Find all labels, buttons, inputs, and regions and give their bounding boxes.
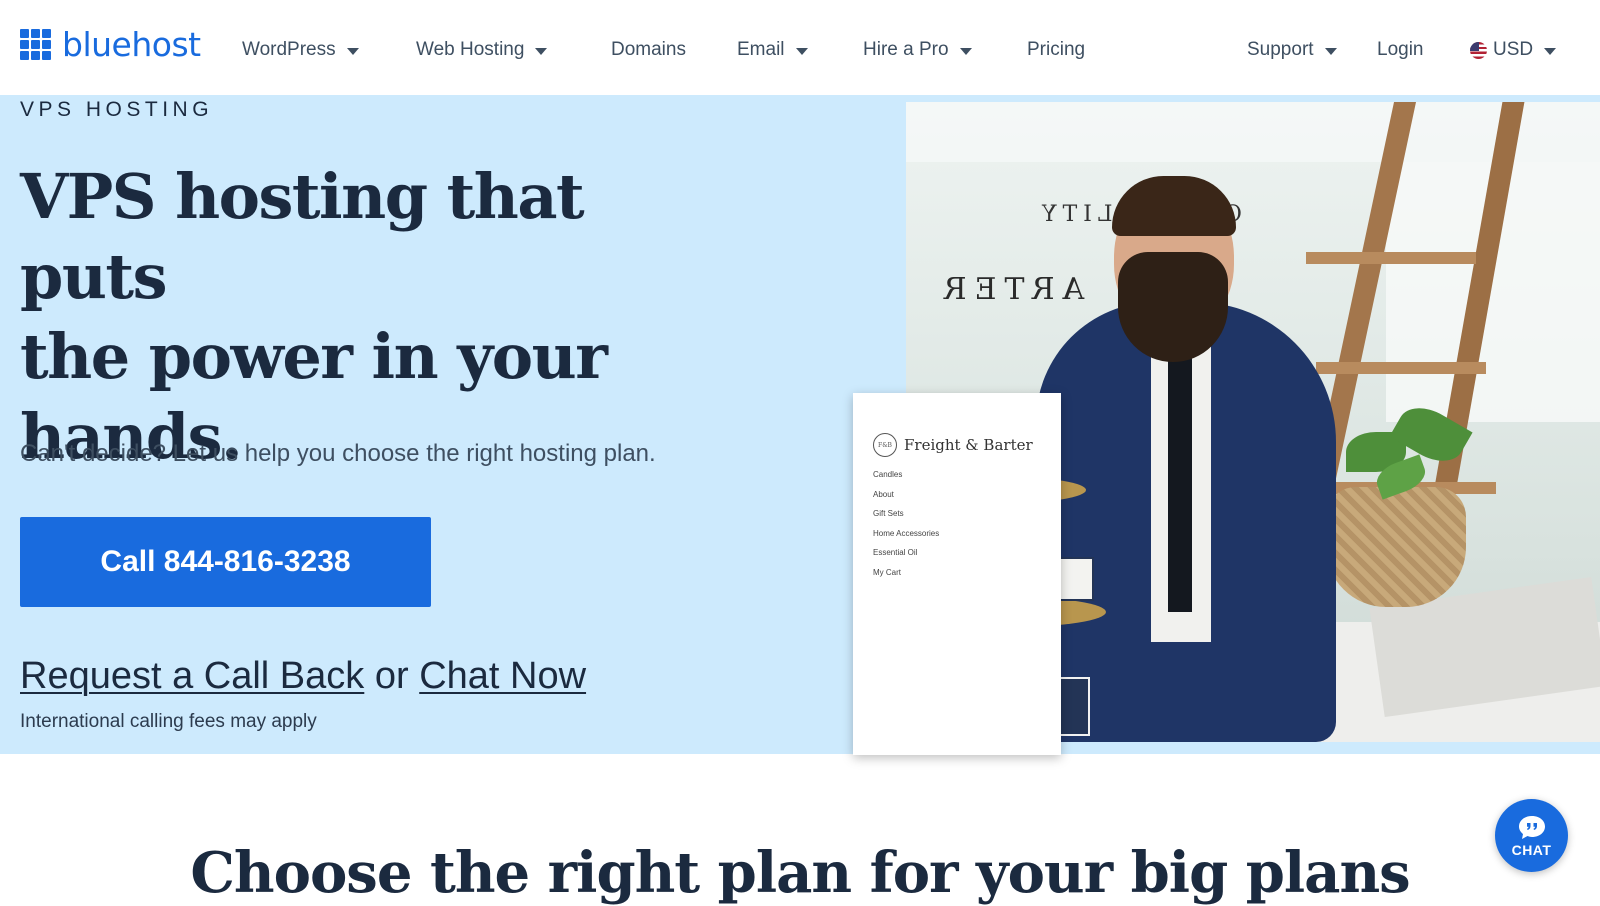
hero-subtitle: Can't decide? Let us help you choose the… <box>20 440 656 467</box>
caret-down-icon <box>346 47 359 55</box>
nav-item-pricing[interactable]: Pricing <box>1027 36 1085 64</box>
caret-down-icon <box>1324 47 1337 55</box>
nav-item-support[interactable]: Support <box>1247 36 1337 64</box>
site-card-brand-name: Freight & Barter <box>904 436 1033 454</box>
nav-item-email[interactable]: Email <box>737 36 808 64</box>
site-card-menu-item: About <box>873 489 894 499</box>
or-text: or <box>374 655 409 697</box>
store-sign-middle: ARTER <box>936 272 1085 307</box>
logo-grid-icon <box>20 28 51 60</box>
nav-item-hire-a-pro[interactable]: Hire a Pro <box>863 36 972 64</box>
bluehost-logo[interactable]: bluehost <box>20 26 201 62</box>
site-card-menu-item: Candles <box>873 470 903 479</box>
hero-title-line: VPS hosting that puts <box>20 160 585 313</box>
call-button[interactable]: Call 844-816-3238 <box>20 517 431 607</box>
caret-down-icon <box>959 47 972 55</box>
nav-label: Email <box>737 39 785 60</box>
nav-label: Support <box>1247 39 1314 60</box>
hero-title-line: the power in your <box>20 320 608 393</box>
site-card-menu-item: Home Accessories <box>873 528 940 538</box>
nav-item-wordpress[interactable]: WordPress <box>242 36 359 64</box>
currency-selector[interactable]: USD <box>1470 36 1557 64</box>
hero-eyebrow: VPS HOSTING <box>20 98 214 121</box>
us-flag-icon <box>1470 41 1487 59</box>
login-label: Login <box>1377 39 1424 60</box>
caret-down-icon <box>535 47 548 55</box>
chat-now-link[interactable]: Chat Now <box>419 655 586 697</box>
brand-mark-icon: F&B <box>873 433 897 457</box>
nav-label: Domains <box>611 39 686 60</box>
currency-label: USD <box>1493 39 1534 60</box>
nav-item-domains[interactable]: Domains <box>611 36 686 64</box>
site-preview-card: F&B Freight & Barter Candles About Gift … <box>853 393 1061 755</box>
nav-item-web-hosting[interactable]: Web Hosting <box>416 36 548 64</box>
nav-label: WordPress <box>242 39 336 60</box>
chat-widget-button[interactable]: CHAT <box>1495 799 1568 872</box>
site-card-menu: Candles About Gift Sets Home Accessories… <box>873 469 939 586</box>
hero-section: VPS HOSTING VPS hosting that puts the po… <box>0 95 1600 755</box>
nav-label: Hire a Pro <box>863 39 949 60</box>
site-header: bluehost WordPress Web Hosting Domains E… <box>0 0 1600 95</box>
caret-down-icon <box>795 47 808 55</box>
calling-fees-note: International calling fees may apply <box>20 711 317 732</box>
site-card-brand: F&B Freight & Barter <box>873 433 1033 457</box>
logo-text: bluehost <box>62 24 201 64</box>
site-card-menu-item: Essential Oil <box>873 548 918 557</box>
nav-label: Web Hosting <box>416 39 525 60</box>
plans-section-title: Choose the right plan for your big plans <box>190 840 1410 906</box>
chat-bubble-icon <box>1518 815 1545 839</box>
contact-links: Request a Call Back or Chat Now <box>20 655 586 698</box>
request-callback-link[interactable]: Request a Call Back <box>20 655 364 697</box>
caret-down-icon <box>1544 47 1557 55</box>
chat-label: CHAT <box>1511 841 1552 858</box>
site-card-menu-item: Gift Sets <box>873 509 904 518</box>
nav-label: Pricing <box>1027 39 1086 60</box>
hero-title: VPS hosting that puts the power in your … <box>20 157 740 477</box>
site-card-menu-item: My Cart <box>873 567 901 577</box>
login-link[interactable]: Login <box>1377 36 1424 64</box>
